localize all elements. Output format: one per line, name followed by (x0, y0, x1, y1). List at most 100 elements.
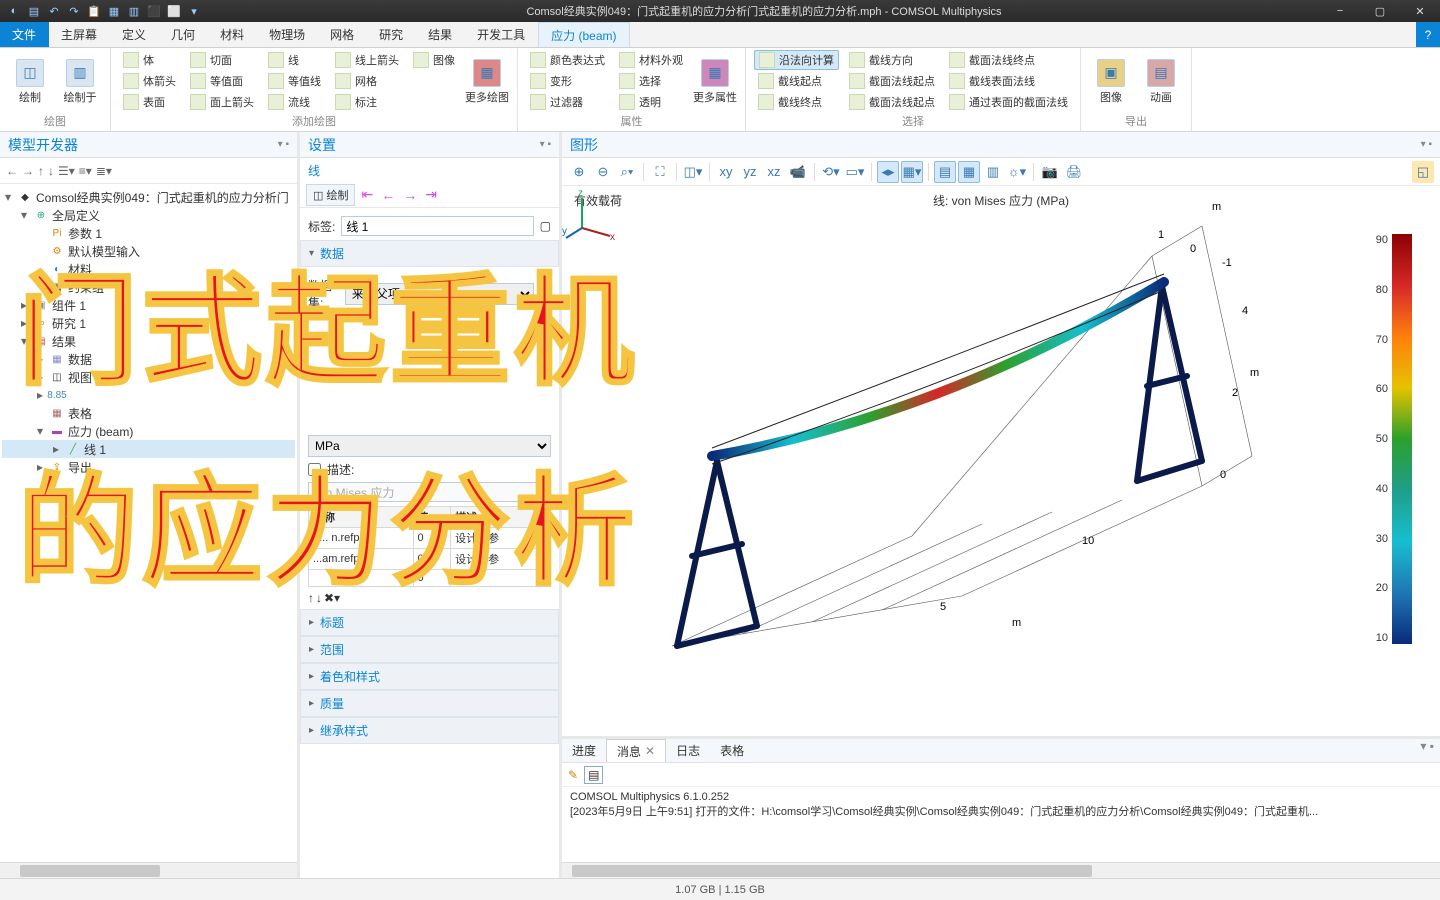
close-tab-icon[interactable]: ✕ (645, 744, 655, 758)
table-up-icon[interactable]: ↑ (308, 591, 314, 605)
tab-table[interactable]: 表格 (710, 739, 754, 762)
qat-icon[interactable]: ◐ (6, 3, 22, 19)
first-arrow-icon[interactable]: ⇤ (359, 186, 375, 203)
streamline-button[interactable]: 流线 (264, 92, 325, 112)
last-arrow-icon[interactable]: ⇥ (423, 186, 439, 203)
isosurface-button[interactable]: 等值面 (186, 71, 258, 91)
param-table[interactable]: 名称值描述 h... n.refp0设计算参 ...am.refp0设计算参 0 (308, 506, 551, 587)
mesh-plot-button[interactable]: 网格 (331, 71, 403, 91)
print-icon[interactable]: 🖨 (1063, 161, 1085, 183)
tag-input[interactable] (341, 216, 533, 236)
color-expr-button[interactable]: 颜色表达式 (526, 50, 609, 70)
compute-normal-button[interactable]: 沿法向计算 (754, 50, 839, 70)
nav-fwd-icon[interactable]: → (22, 164, 34, 178)
qat-icon[interactable]: ▥ (126, 3, 142, 19)
snapshot-icon[interactable]: 📷 (1039, 161, 1061, 183)
desc-checkbox[interactable] (308, 463, 321, 476)
view-default-icon[interactable]: ◫▾ (682, 161, 704, 183)
export-image-button[interactable]: ▣图像 (1089, 50, 1133, 113)
table-del-icon[interactable]: ✖▾ (324, 591, 340, 605)
graphics-canvas[interactable]: 有效载荷 线: von Mises 应力 (MPa) (562, 186, 1440, 736)
zoom-box-icon[interactable]: ⌕▾ (616, 161, 638, 183)
tab-progress[interactable]: 进度 (562, 739, 606, 762)
qat-icon[interactable]: 📋 (86, 3, 102, 19)
nav-down-icon[interactable]: ↓ (48, 164, 54, 178)
scrollbar-x[interactable] (562, 862, 1440, 878)
line-button[interactable]: 线 (264, 50, 325, 70)
expand-icon[interactable]: ≡▾ (79, 164, 92, 178)
tab-log[interactable]: 日志 (666, 739, 710, 762)
deform-button[interactable]: 变形 (526, 71, 609, 91)
view-ortho-icon[interactable]: ▥ (982, 161, 1004, 183)
tab-definitions[interactable]: 定义 (110, 22, 159, 47)
qat-icon[interactable]: ⬜ (166, 3, 182, 19)
cutplane-start2-button[interactable]: 截面法线起点 (845, 92, 939, 112)
tab-mesh[interactable]: 网格 (318, 22, 367, 47)
filter-icon[interactable]: ≣▾ (96, 164, 112, 178)
clear-icon[interactable]: ✎ (568, 768, 578, 782)
section-title[interactable]: ▸标题 (300, 609, 559, 636)
select-icon[interactable]: ▭▾ (844, 161, 866, 183)
annotation-button[interactable]: 标注 (331, 92, 403, 112)
help-button[interactable]: ? (1416, 22, 1440, 47)
tab-results[interactable]: 结果 (416, 22, 465, 47)
filter-button[interactable]: 过滤器 (526, 92, 609, 112)
plot-in-button[interactable]: ▥绘制于 (58, 50, 102, 113)
zoom-out-icon[interactable]: ⊖ (592, 161, 614, 183)
material-appearance-button[interactable]: 材料外观 (615, 50, 687, 70)
close-button[interactable]: ✕ (1400, 5, 1440, 18)
tag-link-icon[interactable]: ▢ (540, 219, 551, 233)
image-plot-button[interactable]: 图像 (409, 50, 459, 70)
through-surf-button[interactable]: 通过表面的截面法线 (945, 92, 1072, 112)
qat-icon[interactable]: ⬛ (146, 3, 162, 19)
qat-icon[interactable]: ▤ (26, 3, 42, 19)
section-color[interactable]: ▸着色和样式 (300, 663, 559, 690)
nav-up-icon[interactable]: ↑ (38, 164, 44, 178)
rotate-icon[interactable]: ⟲▾ (820, 161, 842, 183)
toggle-2-icon[interactable]: ▦▾ (901, 161, 923, 183)
save-log-icon[interactable]: ▤ (584, 766, 603, 784)
dataset-link-icon[interactable]: ▦ (540, 287, 551, 301)
view-xz-icon[interactable]: xz (763, 161, 785, 183)
volume-arrow-button[interactable]: 体箭头 (119, 71, 180, 91)
plot-preview-button[interactable]: ◫ 绘制 (306, 184, 355, 206)
selection-button[interactable]: 选择 (615, 71, 687, 91)
tab-materials[interactable]: 材料 (208, 22, 257, 47)
toggle-1-icon[interactable]: ◂▸ (877, 161, 899, 183)
section-inherit[interactable]: ▸继承样式 (300, 717, 559, 744)
nav-back-icon[interactable]: ← (6, 164, 18, 178)
export-anim-button[interactable]: ▤动画 (1139, 50, 1183, 113)
zoom-extents-icon[interactable]: ⛶ (649, 161, 671, 183)
cutline-start-button[interactable]: 截线起点 (754, 71, 839, 91)
tree-node-line1[interactable]: ▸╱线 1 (2, 440, 295, 458)
contour-button[interactable]: 等值线 (264, 71, 325, 91)
zoom-in-icon[interactable]: ⊕ (568, 161, 590, 183)
collapse-icon[interactable]: ☰▾ (58, 164, 75, 178)
qat-icon[interactable]: ▾ (186, 3, 202, 19)
detach-icon[interactable]: ◱ (1412, 161, 1434, 183)
view-xy-icon[interactable]: xy (715, 161, 737, 183)
light-icon[interactable]: ☼▾ (1006, 161, 1028, 183)
cutline-end-button[interactable]: 截线终点 (754, 92, 839, 112)
surf-normal-button[interactable]: 截线表面法线 (945, 71, 1072, 91)
qat-icon[interactable]: ↶ (46, 3, 62, 19)
table-down-icon[interactable]: ↓ (316, 591, 322, 605)
tab-study[interactable]: 研究 (367, 22, 416, 47)
tab-physics[interactable]: 物理场 (257, 22, 318, 47)
surface-arrow-button[interactable]: 面上箭头 (186, 92, 258, 112)
transparency-button[interactable]: 透明 (615, 92, 687, 112)
tab-messages[interactable]: 消息✕ (606, 739, 666, 762)
camera-icon[interactable]: 📹 (787, 161, 809, 183)
more-plots-button[interactable]: ▦更多绘图 (465, 50, 509, 113)
scrollbar-x[interactable] (0, 862, 297, 878)
section-data[interactable]: ▾数据 (300, 240, 559, 267)
qat-icon[interactable]: ▦ (106, 3, 122, 19)
maximize-button[interactable]: ▢ (1360, 5, 1400, 18)
cutplane-start-button[interactable]: 截面法线起点 (845, 71, 939, 91)
unit-select[interactable]: MPa (308, 435, 551, 457)
tab-home[interactable]: 主屏幕 (49, 22, 110, 47)
surface-button[interactable]: 表面 (119, 92, 180, 112)
tab-dev[interactable]: 开发工具 (465, 22, 538, 47)
volume-button[interactable]: 体 (119, 50, 180, 70)
cutline-dir-button[interactable]: 截线方向 (845, 50, 939, 70)
